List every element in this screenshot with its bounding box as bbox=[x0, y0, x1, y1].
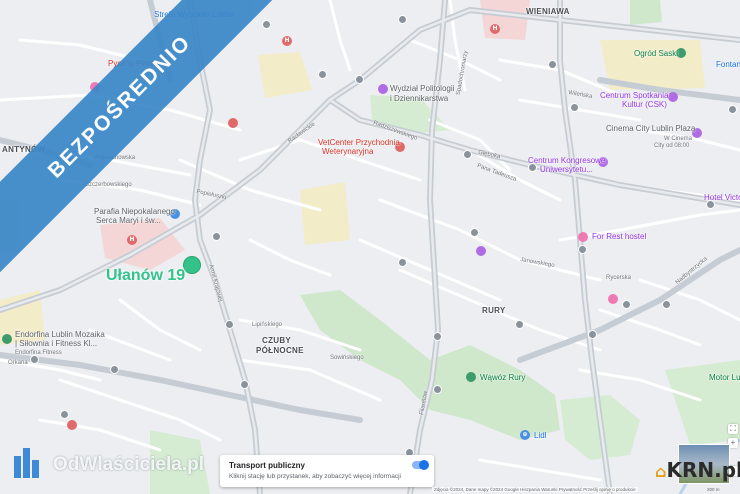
poi-label-ogrod[interactable]: Ogród Saski bbox=[634, 50, 678, 58]
poi-label-cinema-3[interactable]: City od 08:00 bbox=[654, 143, 689, 149]
transit-stop-icon[interactable] bbox=[588, 330, 597, 339]
transport-toggle[interactable] bbox=[412, 460, 429, 470]
transit-stop-icon[interactable] bbox=[318, 70, 327, 79]
street-label: Rycerska bbox=[606, 275, 632, 281]
scale-bar: 200 m bbox=[707, 487, 720, 492]
poi-label-endorfina-2[interactable]: | Siłownia i Fitness Kl... bbox=[15, 340, 97, 348]
shopping-cart-icon[interactable]: ⊕ bbox=[520, 430, 530, 440]
listing-marker-icon[interactable] bbox=[183, 256, 201, 274]
transit-stop-icon[interactable] bbox=[515, 320, 524, 329]
district-label-czuby: CZUBY bbox=[262, 336, 292, 345]
poi-label-parafia[interactable]: Parafia Niepokalanego bbox=[94, 208, 175, 216]
poi-label-victoria[interactable]: Hotel Victor bbox=[704, 194, 740, 202]
transit-stop-icon[interactable] bbox=[240, 380, 249, 389]
restaurant-icon[interactable] bbox=[228, 118, 238, 128]
transit-stop-icon[interactable] bbox=[60, 410, 69, 419]
poi-label-cinema[interactable]: Cinema City Lublin Plaza bbox=[606, 125, 695, 133]
transit-stop-icon[interactable] bbox=[262, 20, 271, 29]
district-label-wieniawa: WIENIAWA bbox=[526, 7, 570, 16]
transport-panel[interactable]: Transport publiczny Kliknij stację lub p… bbox=[220, 455, 434, 487]
hospital-icon[interactable]: H bbox=[127, 235, 137, 245]
transit-stop-icon[interactable] bbox=[398, 258, 407, 267]
poi-label-parafia-2[interactable]: Serca Maryi i św... bbox=[96, 217, 161, 225]
transit-stop-icon[interactable] bbox=[355, 75, 364, 84]
culture-icon[interactable] bbox=[668, 92, 678, 102]
fullscreen-icon[interactable]: ⛶ bbox=[728, 424, 738, 434]
restaurant-icon[interactable] bbox=[67, 420, 77, 430]
watermark-left-text: OdWlaściciela.pl bbox=[53, 454, 204, 475]
poi-label-wydzial-2[interactable]: i Dziennikarstwa bbox=[390, 95, 448, 103]
transit-stop-icon[interactable] bbox=[570, 103, 579, 112]
transit-stop-icon[interactable] bbox=[212, 232, 221, 241]
transit-stop-icon[interactable] bbox=[548, 60, 557, 69]
poi-label-endorfina[interactable]: Endorfina Lublin Mozaika bbox=[15, 331, 105, 339]
listing-label: Ułanów 19 bbox=[106, 267, 186, 284]
street-label: Orkana bbox=[8, 360, 28, 366]
poi-label-lidl[interactable]: Lidl bbox=[534, 432, 546, 440]
poi-label-csk[interactable]: Centrum Spotkania bbox=[600, 92, 668, 100]
transit-stop-icon[interactable] bbox=[225, 320, 234, 329]
map-attribution[interactable]: Zdjęcia ©2024, Dane mapy ©2024 Google Hi… bbox=[432, 487, 638, 492]
street-label: Sowińskiego bbox=[330, 355, 364, 361]
poi-label-motor[interactable]: Motor Lu bbox=[709, 374, 740, 382]
poi-label-fontanna[interactable]: Fontann bbox=[716, 61, 740, 69]
transit-stop-icon[interactable] bbox=[578, 245, 587, 254]
watermark-right-text: KRN.pl bbox=[666, 458, 740, 482]
transit-stop-icon[interactable] bbox=[398, 15, 407, 24]
hotel-icon[interactable] bbox=[578, 232, 588, 242]
poi-label-vetcenter-2[interactable]: Weterynaryjna bbox=[322, 148, 373, 156]
transport-title: Transport publiczny bbox=[229, 461, 306, 470]
transport-subtitle: Kliknij stację lub przystanek, aby zobac… bbox=[229, 473, 401, 480]
park-icon[interactable] bbox=[466, 372, 476, 382]
map-canvas[interactable]: WIENIAWA RURY CZUBY PÓŁNOCNE ANTYNÓW Ork… bbox=[0, 0, 740, 494]
poi-label-cinema-2[interactable]: W Cinema bbox=[664, 136, 692, 142]
gym-icon[interactable] bbox=[2, 334, 12, 344]
transit-stop-icon[interactable] bbox=[662, 300, 671, 309]
shop-icon[interactable] bbox=[608, 294, 618, 304]
university-icon[interactable] bbox=[378, 84, 388, 94]
building-logo-icon bbox=[14, 448, 39, 478]
hospital-icon[interactable]: H bbox=[282, 36, 292, 46]
transit-stop-icon[interactable] bbox=[433, 385, 442, 394]
poi-label-kongres-2[interactable]: Uniwersytetu... bbox=[540, 166, 593, 174]
street-label: Szczerbowskiego bbox=[85, 182, 132, 188]
toggle-knob bbox=[419, 460, 429, 470]
school-icon[interactable] bbox=[476, 246, 486, 256]
poi-label-kongres[interactable]: Centrum Kongresowe bbox=[528, 157, 605, 165]
poi-label-endorfina-3[interactable]: Endorfina Fitness bbox=[15, 350, 62, 356]
watermark-right: ⌂KRN.pl bbox=[655, 458, 740, 482]
poi-label-wydzial[interactable]: Wydział Politologii bbox=[390, 85, 454, 93]
street-label: Lipińskiego bbox=[252, 322, 283, 328]
district-label-rury: RURY bbox=[482, 306, 506, 315]
poi-label-vetcenter[interactable]: VetCenter Przychodnia bbox=[318, 139, 400, 147]
transit-stop-icon[interactable] bbox=[110, 365, 119, 374]
house-logo-icon: ⌂ bbox=[655, 462, 667, 481]
poi-label-forrest[interactable]: For Rest hostel bbox=[592, 233, 646, 241]
transit-stop-icon[interactable] bbox=[470, 228, 479, 237]
poi-label-csk-2[interactable]: Kultur (CSK) bbox=[622, 101, 667, 109]
hospital-icon[interactable]: H bbox=[490, 24, 500, 34]
transit-stop-icon[interactable] bbox=[463, 150, 472, 159]
transit-stop-icon[interactable] bbox=[30, 355, 39, 364]
transit-stop-icon[interactable] bbox=[728, 105, 737, 114]
district-label-polnocne: PÓŁNOCNE bbox=[256, 346, 304, 355]
transit-stop-icon[interactable] bbox=[433, 332, 442, 341]
transit-stop-icon[interactable] bbox=[622, 300, 631, 309]
watermark-left: OdWlaściciela.pl bbox=[14, 448, 204, 478]
poi-label-wawoz[interactable]: Wąwóz Rury bbox=[480, 374, 525, 382]
